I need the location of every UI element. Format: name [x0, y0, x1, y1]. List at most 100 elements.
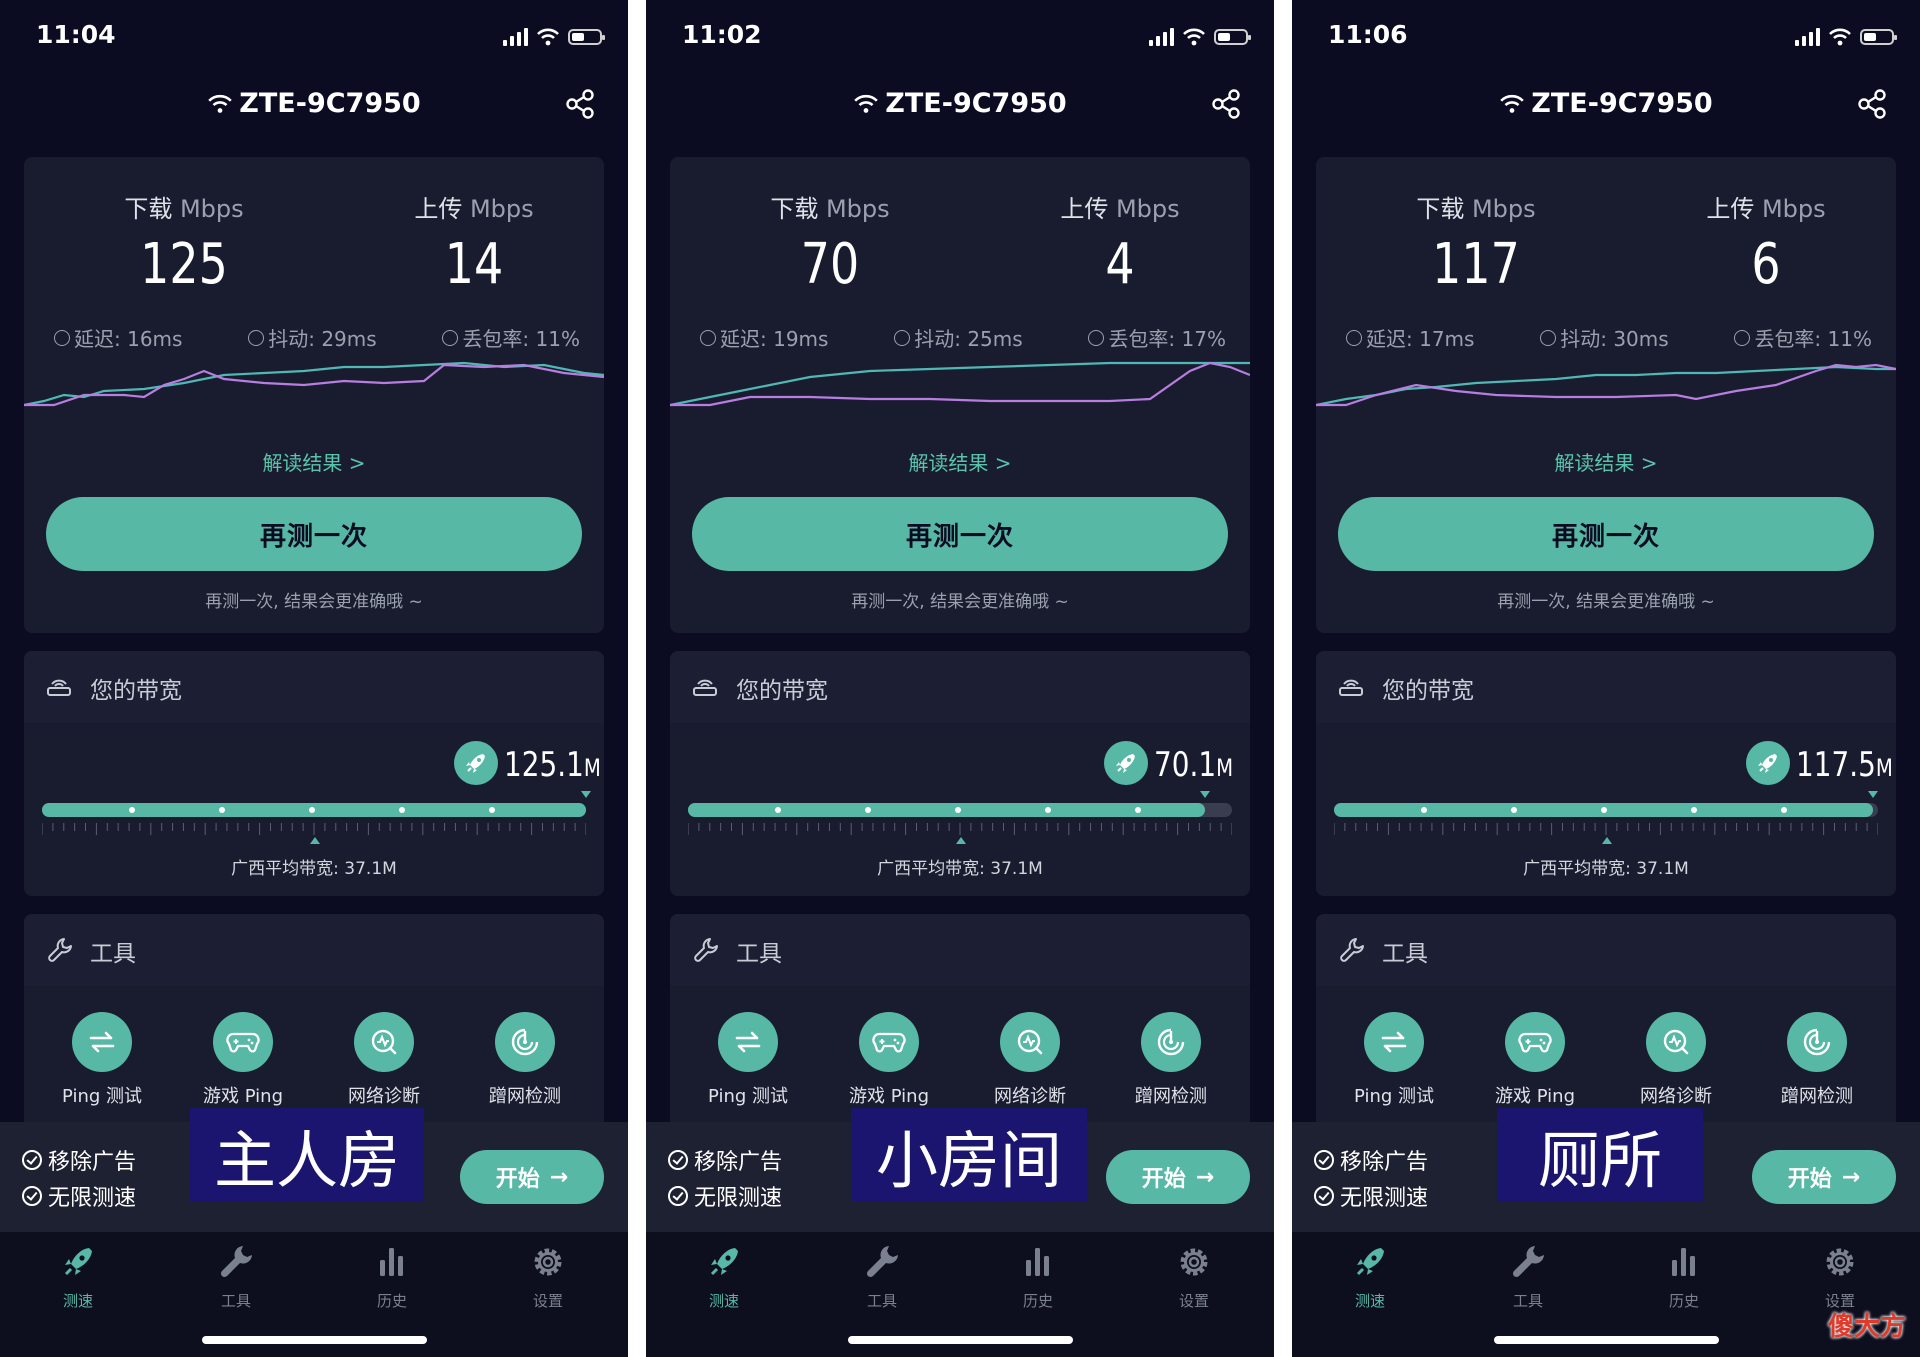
share-icon[interactable]: [564, 88, 596, 120]
speed-graph: [670, 361, 1250, 407]
upload-label: 上传: [1060, 195, 1109, 223]
share-icon[interactable]: [1856, 88, 1888, 120]
tab-settings[interactable]: 设置: [1154, 1242, 1234, 1311]
wrench-icon: [1340, 938, 1364, 962]
retest-button[interactable]: 再测一次: [46, 497, 582, 571]
tab-tools[interactable]: 工具: [196, 1242, 276, 1311]
status-bar: 11:04: [0, 0, 628, 74]
tool-ping-test[interactable]: Ping 测试: [42, 1012, 162, 1108]
tab-tools[interactable]: 工具: [842, 1242, 922, 1311]
tab-settings[interactable]: 设置: [1800, 1242, 1880, 1311]
bandwidth-bar-dot: [1691, 807, 1697, 813]
tool-intruder-detection[interactable]: 蹭网检测: [1111, 1012, 1231, 1108]
check-icon: [1314, 1150, 1334, 1170]
retest-hint: 再测一次, 结果会更准确哦 ~: [851, 592, 1069, 612]
tool-network-diagnosis[interactable]: 网络诊断: [324, 1012, 444, 1108]
bar-chart-icon: [1026, 1248, 1049, 1276]
tool-ping-test[interactable]: Ping 测试: [1334, 1012, 1454, 1108]
tab-settings[interactable]: 设置: [508, 1242, 588, 1311]
upload-value: 6: [1751, 232, 1781, 297]
tool-game-ping[interactable]: 游戏 Ping: [1475, 1012, 1595, 1108]
tab-tools[interactable]: 工具: [1488, 1242, 1568, 1311]
wifi-icon: [854, 94, 879, 113]
bandwidth-marker: [1200, 791, 1210, 798]
upload-unit: Mbps: [1761, 195, 1826, 223]
rocket-tab-icon: [1356, 1248, 1384, 1276]
bandwidth-value: 125.1M: [504, 745, 601, 785]
tool-intruder-detection[interactable]: 蹭网检测: [465, 1012, 585, 1108]
tool-intruder-detection[interactable]: 蹭网检测: [1757, 1012, 1877, 1108]
check-icon: [668, 1186, 688, 1206]
arrow-right-icon: →: [1841, 1164, 1861, 1190]
upload-label: 上传: [1706, 195, 1755, 223]
wrench-icon: [48, 938, 72, 962]
tool-ping-test[interactable]: Ping 测试: [688, 1012, 808, 1108]
rocket-tab-icon: [710, 1248, 738, 1276]
radar-icon: [1803, 1028, 1831, 1056]
room-label: 主人房: [190, 1108, 424, 1202]
download-value: 70: [800, 232, 860, 297]
tool-network-diagnosis[interactable]: 网络诊断: [1616, 1012, 1736, 1108]
share-icon[interactable]: [1210, 88, 1242, 120]
upload-value: 4: [1105, 232, 1135, 297]
explain-results-link[interactable]: 解读结果 >: [24, 447, 604, 476]
explain-results-link[interactable]: 解读结果 >: [670, 447, 1250, 476]
bandwidth-bar: [688, 803, 1232, 817]
rocket-icon: [454, 741, 498, 785]
tool-network-diagnosis[interactable]: 网络诊断: [970, 1012, 1090, 1108]
app-header: ZTE-9C7950: [646, 80, 1274, 130]
latency-stat: 延迟: 17ms: [1346, 323, 1474, 352]
router-icon: [47, 679, 71, 696]
status-icons: [503, 26, 605, 48]
network-stats: 延迟: 16ms 抖动: 29ms 丢包率: 11%: [54, 323, 580, 352]
bandwidth-bar-dot: [1511, 807, 1517, 813]
retest-button[interactable]: 再测一次: [692, 497, 1228, 571]
status-bar: 11:06: [1292, 0, 1920, 74]
wifi-status-icon: [1183, 28, 1205, 46]
status-icons: [1795, 26, 1897, 48]
start-button[interactable]: 开始 →: [1106, 1150, 1250, 1204]
bandwidth-bar-dot: [219, 807, 225, 813]
start-button[interactable]: 开始 →: [460, 1150, 604, 1204]
tab-history[interactable]: 历史: [1644, 1242, 1724, 1311]
upload-label: 上传: [414, 195, 463, 223]
comparison-grid: 11:04 ZTE-9C7950 下载 Mbps 125 上传 Mbps 14 …: [0, 0, 1920, 1357]
upload-line: [1316, 363, 1896, 407]
upload-metric: 上传 Mbps 14: [354, 189, 594, 297]
network-stats: 延迟: 19ms 抖动: 25ms 丢包率: 17%: [700, 323, 1226, 352]
tab-speedtest[interactable]: 测速: [684, 1242, 764, 1311]
arrow-right-icon: →: [549, 1164, 569, 1190]
status-icons: [1149, 26, 1251, 48]
bandwidth-bar-dot: [129, 807, 135, 813]
tab-history[interactable]: 历史: [998, 1242, 1078, 1311]
battery-icon: [1860, 29, 1897, 45]
latency-icon: [700, 329, 716, 346]
promo-unlimited: 无限测速: [22, 1180, 136, 1212]
retest-button[interactable]: 再测一次: [1338, 497, 1874, 571]
wifi-icon: [1500, 94, 1525, 113]
bar-chart-icon: [380, 1248, 403, 1276]
room-label: 厕所: [1497, 1108, 1703, 1202]
start-button[interactable]: 开始 →: [1752, 1150, 1896, 1204]
average-bandwidth-label: 广西平均带宽: 37.1M: [1523, 859, 1689, 879]
bandwidth-title: 您的带宽: [736, 678, 828, 704]
ping-icon: [1381, 1031, 1407, 1053]
tool-game-ping[interactable]: 游戏 Ping: [183, 1012, 303, 1108]
explain-results-link[interactable]: 解读结果 >: [1316, 447, 1896, 476]
average-bandwidth-label: 广西平均带宽: 37.1M: [231, 859, 397, 879]
tab-history[interactable]: 历史: [352, 1242, 432, 1311]
tab-speedtest[interactable]: 测速: [1330, 1242, 1410, 1311]
radar-icon: [1157, 1028, 1185, 1056]
wifi-status-icon: [1829, 28, 1851, 46]
latency-icon: [1346, 329, 1362, 346]
tool-game-ping[interactable]: 游戏 Ping: [829, 1012, 949, 1108]
jitter-icon: [248, 329, 265, 346]
bandwidth-bar-dot: [955, 807, 961, 813]
gear-icon: [534, 1248, 562, 1276]
tab-speedtest[interactable]: 测速: [38, 1242, 118, 1311]
bandwidth-header: 您的带宽: [24, 651, 604, 723]
check-icon: [22, 1186, 42, 1206]
bandwidth-marker: [581, 791, 591, 798]
packet-loss-icon: [1088, 329, 1105, 346]
diagnosis-icon: [1663, 1029, 1689, 1055]
